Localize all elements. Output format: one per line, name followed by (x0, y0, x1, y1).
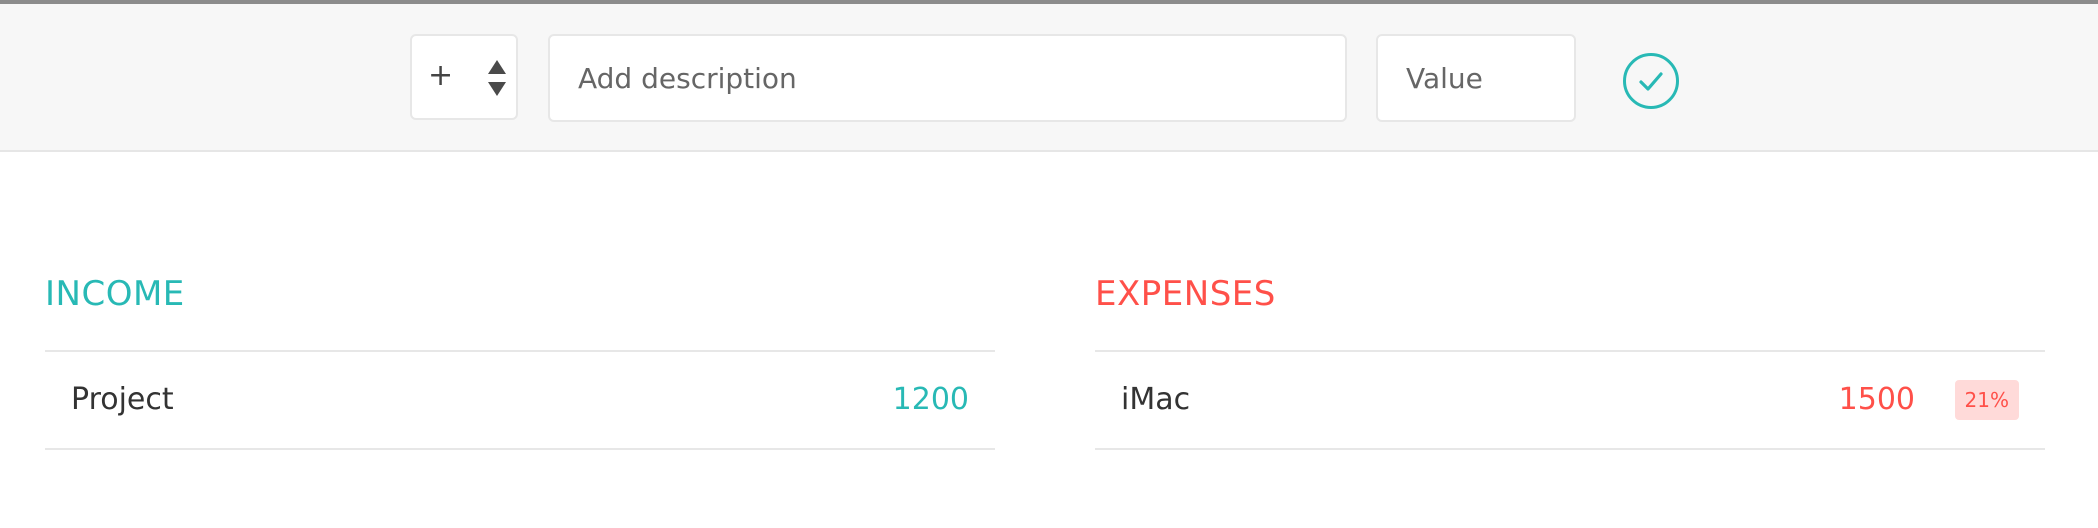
type-select-value: + (428, 58, 454, 93)
expense-item: iMac 1500 21% (1095, 352, 2045, 450)
description-input[interactable] (548, 34, 1347, 122)
expense-item-value: 1500 (1838, 382, 1915, 417)
expenses-title: EXPENSES (1095, 274, 1276, 314)
income-item-description: Project (71, 382, 174, 417)
income-item: Project 1200 (45, 352, 995, 450)
income-title: INCOME (45, 274, 185, 314)
add-entry-bar: + (0, 4, 2098, 152)
income-list: Project 1200 (45, 350, 995, 450)
income-column: INCOME Project 1200 (45, 264, 995, 450)
expenses-column: EXPENSES iMac 1500 21% (1095, 264, 2045, 450)
value-input[interactable] (1376, 34, 1576, 122)
type-select[interactable]: + (410, 34, 518, 120)
income-item-value: 1200 (892, 382, 969, 417)
checkmark-circle-icon[interactable] (1622, 52, 1680, 110)
sort-arrows-icon (488, 60, 506, 96)
expense-item-percentage-badge: 21% (1954, 380, 2019, 420)
expense-item-description: iMac (1121, 382, 1191, 417)
expenses-list: iMac 1500 21% (1095, 350, 2045, 450)
